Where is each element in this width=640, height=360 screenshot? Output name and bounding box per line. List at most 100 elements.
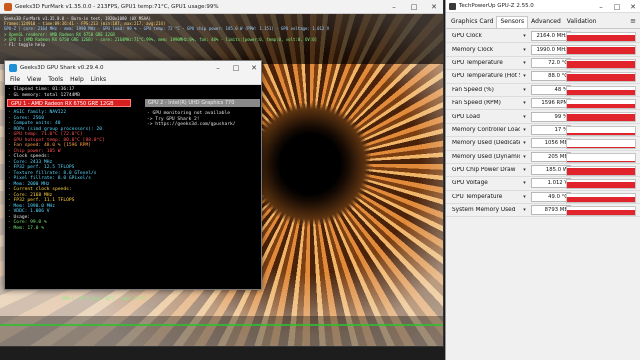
sensor-row: GPU Load ▾ 99 % bbox=[446, 110, 640, 124]
sensor-name: Memory Controller Load bbox=[452, 126, 520, 133]
sensor-graph-fill bbox=[567, 133, 635, 135]
sensor-graph-fill bbox=[567, 113, 635, 122]
sensor-name: System Memory Used bbox=[452, 207, 516, 214]
dropdown-arrow-icon[interactable]: ▾ bbox=[520, 87, 529, 93]
gpu-temp-readout: GPU 1: 71°C (min: 43°C - max: 72°C) bbox=[62, 296, 147, 301]
gpu-z-window[interactable]: TechPowerUp GPU-Z 2.55.0 – □ ✕ Graphics … bbox=[445, 0, 640, 360]
sensor-value: 72.0 °C bbox=[531, 57, 571, 68]
elapsed-time: - Elapsed time: 01:36:17 bbox=[8, 87, 75, 92]
sensor-row: GPU Chip Power Draw ▾ 185.0 W bbox=[446, 164, 640, 178]
sensor-row: System Memory Used ▾ 8793 MB bbox=[446, 204, 640, 218]
gpu-shark-app-icon bbox=[9, 63, 17, 72]
hamburger-menu-icon[interactable]: ≡ bbox=[630, 17, 636, 28]
close-icon[interactable]: ✕ bbox=[625, 0, 640, 13]
gpu-2-line: - GPU monitoring not available bbox=[147, 111, 230, 116]
sensor-value: 1990.0 MHz bbox=[531, 44, 571, 55]
sensor-row: Fan Speed (%) ▾ 48 % bbox=[446, 84, 640, 97]
dropdown-arrow-icon[interactable]: ▾ bbox=[520, 114, 529, 120]
sensor-graph bbox=[566, 165, 636, 176]
dropdown-arrow-icon[interactable]: ▾ bbox=[520, 60, 529, 66]
sensor-graph-fill bbox=[567, 146, 635, 149]
sensor-name: Fan Speed (RPM) bbox=[452, 100, 501, 107]
sensor-name: GPU Load bbox=[452, 113, 480, 120]
dropdown-arrow-icon[interactable]: ▾ bbox=[520, 180, 529, 186]
dropdown-arrow-icon[interactable]: ▾ bbox=[520, 194, 529, 200]
sensor-graph-fill bbox=[567, 60, 635, 68]
sensor-name: CPU Temperature bbox=[452, 193, 503, 200]
tab-gpu-1[interactable]: GPU 1 - AMD Radeon RX 6750 GRE 12GB bbox=[7, 99, 131, 107]
gpu-shark-menubar: File View Tools Help Links bbox=[5, 74, 261, 85]
sensor-value: 17 % bbox=[531, 124, 571, 135]
sensor-value: 2164.0 MHz bbox=[531, 31, 571, 42]
sensor-list: GPU Clock ▾ 2164.0 MHz Memory Clock ▾ 1990.0 … bbox=[446, 30, 640, 218]
sensor-value: 48 % bbox=[531, 84, 571, 95]
sensor-row: Memory Used (Dedicated)▾1056 MB bbox=[446, 137, 640, 151]
tab-validation[interactable]: Validation bbox=[564, 16, 600, 28]
sensor-graph-fill bbox=[567, 34, 635, 41]
dropdown-arrow-icon[interactable]: ▾ bbox=[520, 127, 529, 133]
sensor-row: Memory Used (Dynamic) ▾ 205 MB bbox=[446, 151, 640, 164]
furmark-title: Geeks3D FurMark v1.35.0.0 - 213FPS, GPU1… bbox=[15, 3, 219, 10]
gpu-1-detail-line: - Mem: 17.0 % bbox=[8, 225, 44, 231]
close-icon[interactable]: ✕ bbox=[424, 0, 443, 14]
gpu-z-titlebar[interactable]: TechPowerUp GPU-Z 2.55.0 – □ ✕ bbox=[446, 0, 640, 13]
maximize-icon[interactable]: □ bbox=[609, 0, 625, 13]
sensor-value: 1596 RPM bbox=[531, 98, 571, 109]
sensor-row: Memory Controller Load ▾ 17 % bbox=[446, 124, 640, 138]
close-icon[interactable]: ✕ bbox=[245, 61, 263, 74]
gpu-z-title: TechPowerUp GPU-Z 2.55.0 bbox=[459, 3, 534, 9]
tab-gpu-2[interactable]: GPU 2 - Intel(R) UHD Graphics 770 bbox=[145, 99, 260, 107]
tab-sensors[interactable]: Sensors bbox=[496, 16, 529, 28]
menu-file[interactable]: File bbox=[10, 76, 20, 83]
gpu-shark-output: - Elapsed time: 01:36:17 - GL memory: to… bbox=[5, 85, 261, 289]
sensor-graph-fill bbox=[567, 103, 635, 108]
tab-graphics-card[interactable]: Graphics Card bbox=[448, 16, 496, 28]
osd-line: > GPU 1 (AMD Radeon RX 6750 GRE 12GB) - … bbox=[4, 36, 318, 42]
menu-view[interactable]: View bbox=[27, 76, 41, 83]
dropdown-arrow-icon[interactable]: ▾ bbox=[520, 140, 529, 146]
furmark-titlebar[interactable]: Geeks3D FurMark v1.35.0.0 - 213FPS, GPU1… bbox=[0, 0, 443, 14]
sensor-row: GPU Clock ▾ 2164.0 MHz bbox=[446, 30, 640, 44]
sensor-row: Fan Speed (RPM) ▾ 1596 RPM bbox=[446, 97, 640, 111]
dropdown-arrow-icon[interactable]: ▾ bbox=[520, 207, 529, 213]
minimize-icon[interactable]: – bbox=[593, 0, 609, 13]
dropdown-arrow-icon[interactable]: ▾ bbox=[520, 154, 529, 160]
dropdown-arrow-icon[interactable]: ▾ bbox=[520, 167, 529, 173]
sensor-name: GPU Clock bbox=[452, 33, 482, 40]
sensor-name: GPU Temperature (Hot Spot) bbox=[452, 73, 520, 80]
sensor-row: GPU Voltage ▾ 1.012 V bbox=[446, 177, 640, 191]
sensor-graph-fill bbox=[567, 210, 635, 216]
osd-line: GPU-Z | core: 2164 MHz - mem: 1990 MHz -… bbox=[4, 26, 330, 32]
sensor-value: 8793 MB bbox=[531, 205, 571, 216]
minimize-icon[interactable]: – bbox=[384, 0, 404, 14]
maximize-icon[interactable]: □ bbox=[227, 61, 245, 74]
sensor-graph bbox=[566, 72, 636, 83]
sensor-graph bbox=[566, 32, 636, 42]
dropdown-arrow-icon[interactable]: ▾ bbox=[520, 73, 529, 79]
dropdown-arrow-icon[interactable]: ▾ bbox=[520, 33, 529, 39]
sensor-graph bbox=[566, 112, 636, 123]
menu-help[interactable]: Help bbox=[70, 76, 84, 83]
dropdown-arrow-icon[interactable]: ▾ bbox=[520, 100, 529, 106]
sensor-name: Memory Used (Dedicated) bbox=[452, 140, 520, 147]
sensor-name: Memory Used (Dynamic) bbox=[452, 153, 520, 160]
gpu-shark-titlebar[interactable]: Geeks3D GPU Shark v0.29.4.0 – □ ✕ bbox=[5, 61, 261, 74]
gpu-shark-header: - Elapsed time: 01:36:17 - GL memory: to… bbox=[8, 87, 80, 98]
menu-links[interactable]: Links bbox=[91, 76, 106, 83]
sensor-value: 1.012 V bbox=[531, 178, 571, 189]
gpu-z-app-icon bbox=[449, 2, 456, 10]
sensor-row: CPU Temperature ▾ 49.0 °C bbox=[446, 191, 640, 205]
menu-tools[interactable]: Tools bbox=[48, 76, 63, 83]
tab-advanced[interactable]: Advanced bbox=[528, 16, 564, 28]
sensor-graph bbox=[566, 192, 636, 203]
sensor-row: Memory Clock ▾ 1990.0 MHz bbox=[446, 43, 640, 57]
minimize-icon[interactable]: – bbox=[209, 61, 227, 74]
gpu-shark-window[interactable]: Geeks3D GPU Shark v0.29.4.0 – □ ✕ File V… bbox=[4, 60, 262, 290]
dropdown-arrow-icon[interactable]: ▾ bbox=[520, 47, 529, 53]
sensor-value: 205 MB bbox=[531, 151, 571, 162]
gpu-1-details: - ASIC family: NAVI22- Cores: 2560- Comp… bbox=[8, 110, 105, 231]
gpu-2-details: - GPU monitoring not available -> Try GP… bbox=[147, 111, 236, 128]
sensor-name: Memory Clock bbox=[452, 46, 494, 53]
maximize-icon[interactable]: □ bbox=[404, 0, 424, 14]
sensor-name: GPU Voltage bbox=[452, 180, 488, 187]
